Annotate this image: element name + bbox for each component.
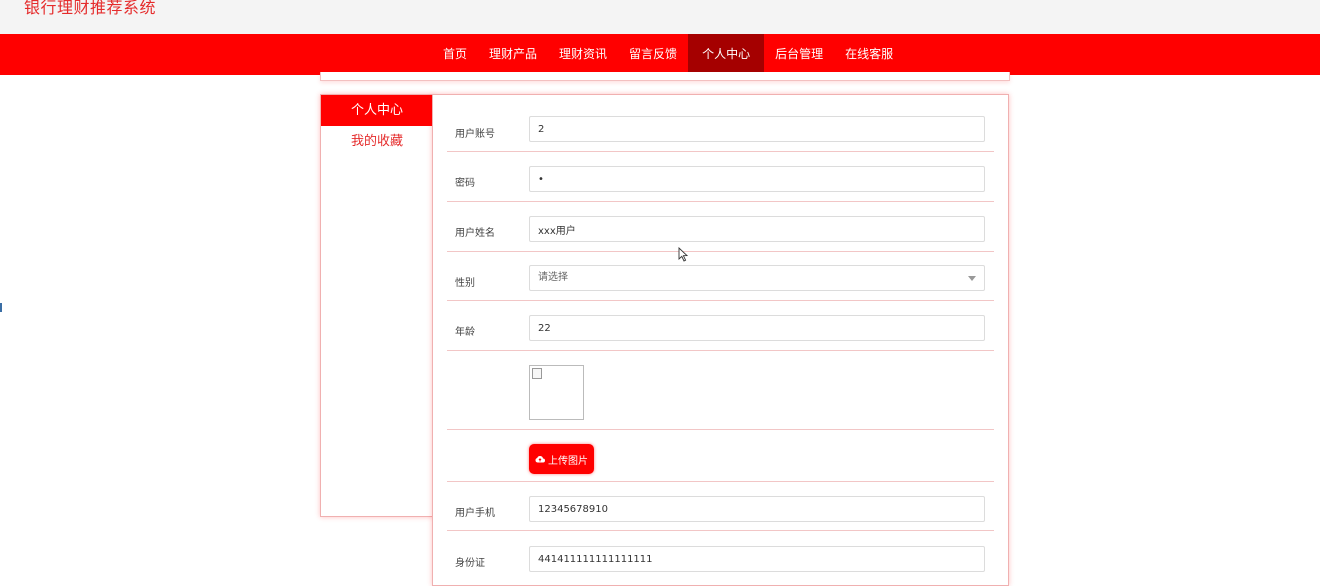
- upload-image-button[interactable]: 上传图片: [529, 444, 594, 474]
- password-input[interactable]: [529, 166, 985, 192]
- broken-image-icon: [532, 368, 542, 379]
- gender-select-placeholder: 请选择: [538, 272, 568, 283]
- password-label: 密码: [455, 178, 475, 189]
- cloud-upload-icon: [535, 455, 545, 463]
- sidebar-item-personal-center[interactable]: 个人中心: [321, 95, 433, 126]
- gender-select[interactable]: 请选择: [529, 265, 985, 291]
- age-input[interactable]: [529, 315, 985, 341]
- age-label: 年龄: [455, 327, 475, 338]
- gender-row: 性别 请选择: [447, 252, 994, 301]
- sidebar-item-favorites[interactable]: 我的收藏: [321, 126, 433, 157]
- phone-row: 用户手机: [447, 482, 994, 531]
- id-card-input[interactable]: [529, 546, 985, 572]
- nav-item-online-service[interactable]: 在线客服: [834, 34, 904, 75]
- upload-row: 上传图片: [447, 430, 994, 482]
- header-bar: 银行理财推荐系统: [0, 0, 1320, 34]
- name-row: 用户姓名: [447, 202, 994, 252]
- age-row: 年龄: [447, 301, 994, 351]
- nav-item-admin[interactable]: 后台管理: [764, 34, 834, 75]
- id-card-label: 身份证: [455, 558, 485, 569]
- account-label: 用户账号: [455, 129, 495, 140]
- chevron-down-icon: [968, 276, 976, 281]
- profile-form-panel: 用户账号 密码 用户姓名 性别 请选择 年龄 上传图片: [432, 94, 1009, 586]
- name-label: 用户姓名: [455, 228, 495, 239]
- name-input[interactable]: [529, 216, 985, 242]
- password-row: 密码: [447, 152, 994, 202]
- site-title: 银行理财推荐系统: [24, 0, 157, 17]
- nav-item-feedback[interactable]: 留言反馈: [618, 34, 688, 75]
- gender-label: 性别: [455, 278, 475, 289]
- nav-item-products[interactable]: 理财产品: [478, 34, 548, 75]
- avatar-preview-row: [447, 351, 994, 430]
- id-card-row: 身份证: [447, 531, 994, 580]
- nav-item-news[interactable]: 理财资讯: [548, 34, 618, 75]
- avatar-image-placeholder: [529, 365, 584, 420]
- upload-button-label: 上传图片: [548, 455, 588, 467]
- personal-sidebar: 个人中心 我的收藏: [320, 94, 434, 517]
- main-navbar: 首页 理财产品 理财资讯 留言反馈 个人中心 后台管理 在线客服: [0, 34, 1320, 75]
- account-row: 用户账号: [447, 110, 994, 152]
- nav-item-home[interactable]: 首页: [432, 34, 478, 75]
- account-input[interactable]: [529, 116, 985, 142]
- phone-input[interactable]: [529, 496, 985, 522]
- page-banner-card: [320, 72, 1010, 81]
- phone-label: 用户手机: [455, 508, 495, 519]
- mouse-cursor-icon: [678, 247, 689, 262]
- nav-list: 首页 理财产品 理财资讯 留言反馈 个人中心 后台管理 在线客服: [432, 34, 904, 75]
- nav-item-personal-center[interactable]: 个人中心: [688, 34, 765, 75]
- left-edge-marker: [0, 303, 2, 312]
